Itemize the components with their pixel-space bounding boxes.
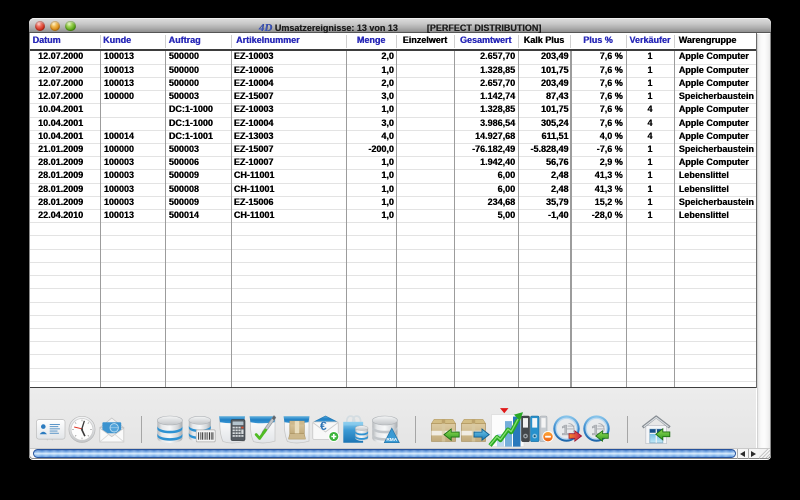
svg-text:1: 1 xyxy=(561,422,569,439)
svg-text:€: € xyxy=(320,419,327,433)
svg-text:RMA: RMA xyxy=(386,437,397,443)
